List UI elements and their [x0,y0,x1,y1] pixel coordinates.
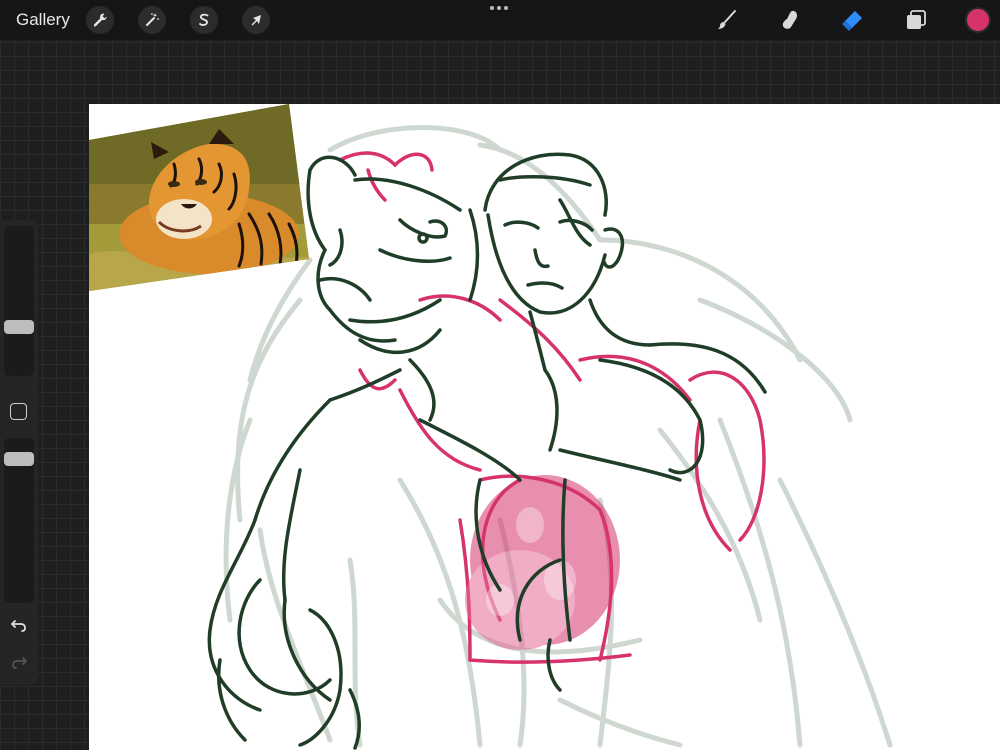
selection-s-icon [199,13,209,26]
layers-icon [907,10,926,29]
smudge-finger-icon [782,10,798,29]
top-toolbar: Gallery [0,0,1000,40]
square-modifier-icon[interactable] [10,403,27,420]
layers-button[interactable] [902,6,930,34]
arrow-cursor-icon [251,15,261,26]
brush-size-slider[interactable] [4,226,34,376]
color-picker-button[interactable] [965,7,991,33]
brush-tool-button[interactable] [713,6,741,34]
redo-arrow-icon[interactable] [9,652,29,672]
actions-button[interactable] [86,6,114,34]
undo-arrow-icon[interactable] [9,615,29,635]
adjustments-button[interactable] [138,6,166,34]
magic-wand-icon [146,13,159,26]
smudge-tool-button[interactable] [776,6,804,34]
brush-size-thumb[interactable] [4,319,34,334]
selection-button[interactable] [190,6,218,34]
transform-button[interactable] [242,6,270,34]
paintbrush-icon [718,10,736,29]
opacity-thumb[interactable] [4,452,34,466]
left-sidebar [0,220,38,685]
ellipsis-icon[interactable] [490,6,508,10]
wrench-icon [93,13,107,27]
eraser-tool-button[interactable] [839,6,867,34]
tiger-reference-photo[interactable] [89,104,319,294]
eraser-icon [842,11,862,31]
gallery-button[interactable]: Gallery [16,10,70,30]
